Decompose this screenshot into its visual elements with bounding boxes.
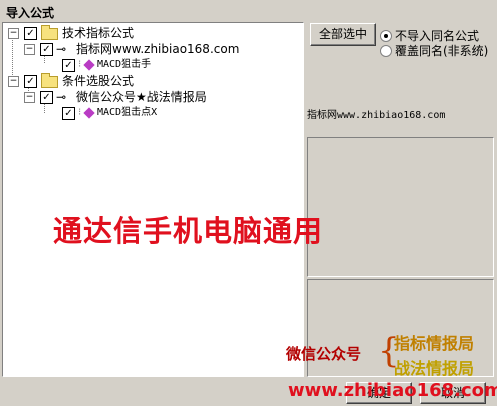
tree-node-label: 技术指标公式 xyxy=(62,26,135,40)
tree-node-stock-selection[interactable]: − ✓ 条件选股公式 xyxy=(6,73,206,89)
tree-node-indicator-formulas[interactable]: − ✓ 技术指标公式 xyxy=(6,25,206,41)
tree-node-label: MACD狙击点X xyxy=(97,107,158,118)
watermark-url: www.zhibiao168.com xyxy=(288,380,497,401)
tree-node-label: 条件选股公式 xyxy=(62,74,135,88)
tree-node-label: MACD狙击手 xyxy=(97,59,152,70)
tree-node-label: 微信公众号★战法情报局 xyxy=(76,90,207,104)
tree-leaf-macd-sniper[interactable]: ✓ ⁝ MACD狙击手 xyxy=(38,57,238,73)
tree-leaf-macd-sniper-x[interactable]: ✓ ⁝ MACD狙击点X xyxy=(38,105,238,121)
checkbox[interactable]: ✓ xyxy=(24,75,37,88)
option-label: 不导入同名公式 xyxy=(395,29,480,43)
formula-gem-icon xyxy=(83,59,95,71)
watermark-wechat-label: 微信公众号 xyxy=(286,345,362,363)
checkbox[interactable]: ✓ xyxy=(62,59,75,72)
dots-icon: ⁝ xyxy=(78,107,82,118)
expand-toggle[interactable]: − xyxy=(24,44,35,55)
select-all-button[interactable]: 全部选中 xyxy=(310,23,376,46)
checkbox[interactable]: ✓ xyxy=(62,107,75,120)
formula-tree[interactable]: − ✓ 技术指标公式 − ✓ ⊸ 指标网www.zhibiao168.com ✓… xyxy=(2,22,304,377)
checkbox[interactable]: ✓ xyxy=(40,91,53,104)
watermark-name-2: 战法情报局 xyxy=(394,359,475,378)
folder-icon xyxy=(41,25,58,40)
option-label: 覆盖同名(非系统) xyxy=(395,44,489,58)
watermark-name-1: 指标情报局 xyxy=(394,334,475,353)
title-bar: 导入公式 xyxy=(0,0,497,22)
tree-node-wechat-account[interactable]: − ✓ ⊸ 微信公众号★战法情报局 xyxy=(22,89,282,105)
key-icon: ⊸ xyxy=(56,42,67,56)
folder-icon xyxy=(41,73,58,88)
key-icon: ⊸ xyxy=(56,90,67,104)
formula-detail-panel xyxy=(307,137,494,277)
expand-toggle[interactable]: − xyxy=(8,76,19,87)
radio-button[interactable] xyxy=(380,45,392,57)
checkbox[interactable]: ✓ xyxy=(24,27,37,40)
dots-icon: ⁝ xyxy=(78,59,82,70)
radio-button[interactable] xyxy=(380,30,392,42)
formula-source-text: 指标网www.zhibiao168.com xyxy=(307,110,446,121)
tree-node-zhibiao-site[interactable]: − ✓ ⊸ 指标网www.zhibiao168.com xyxy=(22,41,282,57)
expand-toggle[interactable]: − xyxy=(24,92,35,103)
checkbox[interactable]: ✓ xyxy=(40,43,53,56)
expand-toggle[interactable]: − xyxy=(8,28,19,39)
watermark-main-text: 通达信手机电脑通用 xyxy=(53,214,324,248)
tree-node-label: 指标网www.zhibiao168.com xyxy=(76,42,240,56)
formula-gem-icon xyxy=(83,107,95,119)
window-title: 导入公式 xyxy=(6,6,55,20)
